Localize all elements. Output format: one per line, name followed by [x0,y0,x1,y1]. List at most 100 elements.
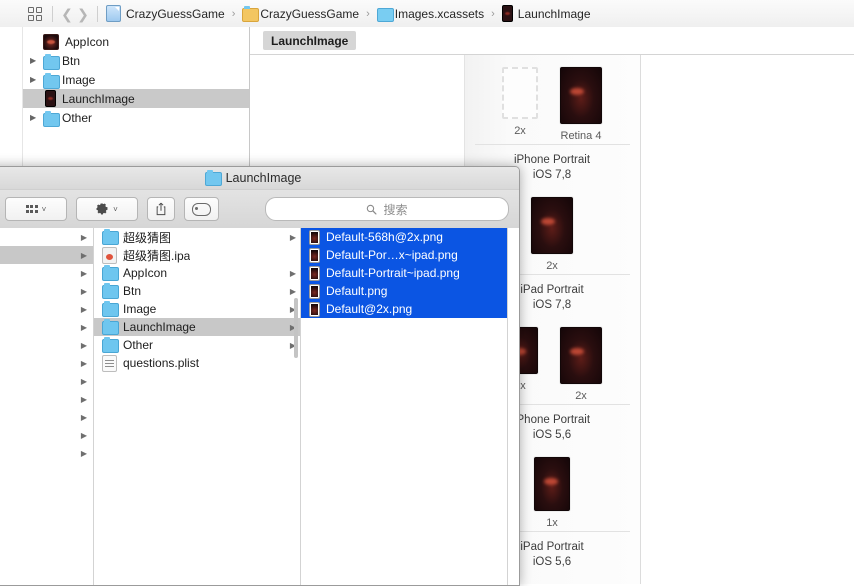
list-item[interactable]: Default-568h@2x.png [301,228,507,246]
list-item[interactable]: ▶ [0,372,93,390]
list-item[interactable]: ▶ [0,444,93,462]
sidebar-item-image[interactable]: ▶ Image [22,70,249,89]
breadcrumb-label: CrazyGuessGame [126,7,225,21]
chevron-right-icon: ▶ [81,377,87,386]
xcassets-icon [377,6,390,21]
divider [52,6,53,22]
grid-icon[interactable] [24,7,46,21]
image-thumbnail[interactable] [560,67,602,124]
breadcrumb-label: LaunchImage [518,7,591,21]
list-item-label: Default-568h@2x.png [326,230,443,244]
chevron-right-icon: ▶ [81,413,87,422]
sidebar-item-appicon[interactable]: ▶ AppIcon [22,32,249,51]
list-item[interactable]: ▶ [0,336,93,354]
list-item[interactable]: ▶ [0,300,93,318]
list-item[interactable]: ▶ [0,390,93,408]
list-item[interactable]: 超级猜图▶ [94,228,300,246]
slot-label: Retina 4 [561,130,602,142]
tag-button[interactable] [184,197,219,221]
list-item[interactable]: AppIcon▶ [94,264,300,282]
asset-slot[interactable]: Retina 4 [560,67,602,142]
list-item[interactable]: ▶ [0,318,93,336]
list-item[interactable]: ▶ [0,246,93,264]
image-thumbnail[interactable] [534,457,570,511]
folder-icon [102,321,117,333]
share-icon [155,202,167,216]
chevron-left-icon[interactable]: ❮ [59,7,75,21]
tab-launchimage[interactable]: LaunchImage [263,31,356,50]
list-item-label: Default-Portrait~ipad.png [326,266,460,280]
asset-slot[interactable]: 2x [560,327,602,402]
disclosure-triangle[interactable]: ▶ [30,56,43,65]
list-item[interactable]: Default@2x.png [301,300,507,318]
folder-icon [102,285,117,297]
breadcrumb-item-xcassets[interactable]: Images.xcassets [375,0,486,27]
list-item[interactable]: questions.plist [94,354,300,372]
list-item[interactable]: Default-Portrait~ipad.png [301,264,507,282]
list-item[interactable]: Image▶ [94,300,300,318]
list-item-label: LaunchImage [123,320,196,334]
folder-icon [102,267,117,279]
list-item[interactable]: ▶ [0,264,93,282]
finder-window[interactable]: LaunchImage ˅ ˅ 搜索 [0,166,520,586]
list-item[interactable]: Default-Por…x~ipad.png [301,246,507,264]
scrollbar[interactable] [294,298,298,358]
search-input[interactable]: 搜索 [265,197,509,221]
list-item[interactable]: Btn▶ [94,282,300,300]
list-item-label: Image [123,302,156,316]
chevron-down-icon: ˅ [113,205,118,214]
chevron-right-icon[interactable]: ❯ [75,7,91,21]
share-button[interactable] [147,197,175,221]
empty-image-well[interactable] [502,67,538,119]
folder-icon [205,172,220,184]
list-item[interactable]: ▶ [0,408,93,426]
chevron-right-icon: ▶ [81,251,87,260]
chevron-right-icon: ▶ [81,323,87,332]
list-item[interactable]: 超级猜图.ipa [94,246,300,264]
slot-label: 1x [546,517,558,529]
sidebar-item-label: Image [62,73,95,87]
png-file-icon [309,284,320,299]
list-item[interactable]: Default.png [301,282,507,300]
folder-icon [43,74,56,86]
launchimage-icon [502,5,513,22]
chevron-right-icon: ▶ [81,305,87,314]
image-thumbnail[interactable] [560,327,602,384]
sidebar-item-other[interactable]: ▶ Other [22,108,249,127]
disclosure-triangle[interactable]: ▶ [30,75,43,84]
list-item[interactable]: Other▶ [94,336,300,354]
gear-icon [96,203,109,216]
sidebar-item-btn[interactable]: ▶ Btn [22,51,249,70]
finder-column-2[interactable]: 超级猜图▶超级猜图.ipaAppIcon▶Btn▶Image▶LaunchIma… [94,228,301,585]
project-icon [106,5,121,22]
list-item[interactable]: LaunchImage▶ [94,318,300,336]
breadcrumb-item-folder[interactable]: CrazyGuessGame [240,0,361,27]
view-mode-button[interactable]: ˅ [5,197,67,221]
asset-slot[interactable]: 2x [502,67,538,142]
list-item[interactable]: ▶ [0,282,93,300]
folder-icon [102,339,117,351]
png-file-icon [309,248,320,263]
breadcrumb-item-project[interactable]: CrazyGuessGame [104,0,227,27]
finder-column-3[interactable]: Default-568h@2x.png Default-Por…x~ipad.pn… [301,228,508,585]
search-icon [366,204,377,215]
tab-label: LaunchImage [271,34,348,48]
chevron-right-icon: ▶ [290,287,296,296]
action-menu-button[interactable]: ˅ [76,197,138,221]
sidebar-item-label: Other [62,111,92,125]
finder-column-1[interactable]: ▶▶▶▶▶▶▶▶▶▶▶▶▶ [0,228,94,585]
finder-title-bar[interactable]: LaunchImage [0,167,519,190]
editor-blank-area [641,55,854,584]
plist-file-icon [102,355,117,372]
asset-slot[interactable]: 1x [534,457,570,529]
list-item[interactable]: ▶ [0,228,93,246]
disclosure-triangle[interactable]: ▶ [30,113,43,122]
list-item[interactable]: ▶ [0,426,93,444]
image-thumbnail[interactable] [531,197,573,254]
sidebar-item-launchimage[interactable]: ▶ LaunchImage [22,89,249,108]
chevron-right-icon: ▶ [81,395,87,404]
list-item[interactable]: ▶ [0,354,93,372]
breadcrumb-item-launchimage[interactable]: LaunchImage [500,0,593,27]
asset-slot[interactable]: 2x [531,197,573,272]
slot-label: 2x [514,125,526,137]
